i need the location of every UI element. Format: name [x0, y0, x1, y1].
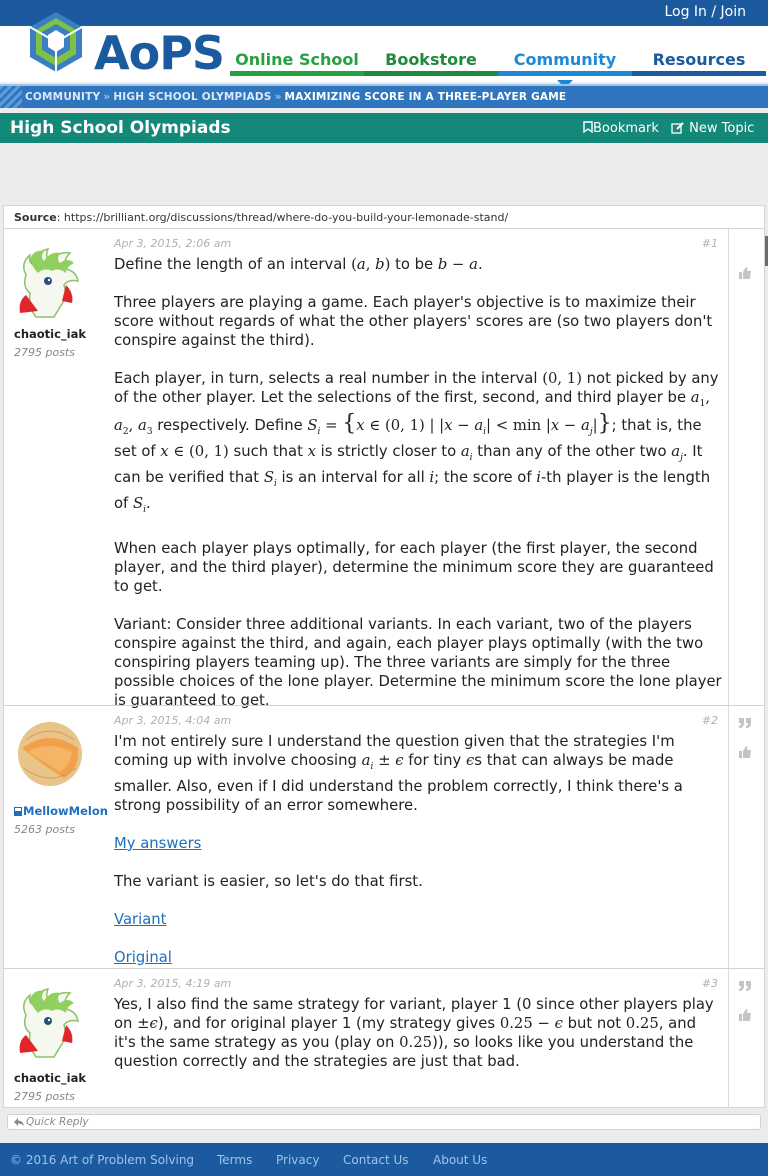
post-author[interactable]: MellowMelon — [14, 804, 108, 818]
tab-online-school[interactable]: Online School — [230, 48, 364, 76]
post-number[interactable]: #1 — [702, 237, 718, 250]
breadcrumb-stripes — [0, 86, 22, 108]
post-body: I'm not entirely sure I understand the q… — [114, 732, 722, 986]
footer-copyright: © 2016 Art of Problem Solving — [10, 1153, 195, 1167]
cantaloupe-avatar[interactable] — [14, 718, 86, 796]
hide-toggle-original[interactable]: Original — [114, 949, 172, 966]
post-3: chaotic_iak 2795 posts Apr 3, 2015, 4:19… — [4, 968, 764, 1108]
edit-icon — [671, 122, 684, 134]
post-count: 2795 posts — [14, 346, 75, 359]
aops-wordmark[interactable]: AoPS — [94, 26, 225, 80]
shaymin-avatar[interactable] — [14, 241, 86, 319]
thumbs-up-icon[interactable] — [738, 266, 752, 280]
breadcrumb-forum[interactable]: HIGH SCHOOL OLYMPIADS — [113, 91, 271, 103]
post-count: 2795 posts — [14, 1090, 75, 1103]
top-bar: Log In / Join — [0, 0, 768, 26]
reply-icon — [14, 1118, 24, 1126]
quick-reply-label[interactable]: Quick Reply — [26, 1116, 89, 1128]
tab-community[interactable]: Community — [498, 48, 632, 88]
breadcrumb-separator: » — [103, 91, 111, 103]
breadcrumb-community[interactable]: COMMUNITY — [25, 91, 100, 103]
tab-bookstore[interactable]: Bookstore — [364, 48, 498, 76]
footer-about[interactable]: About Us — [433, 1153, 487, 1167]
tab-resources[interactable]: Resources — [632, 48, 766, 76]
quick-reply-bar[interactable]: Quick Reply — [7, 1114, 761, 1130]
site-footer: © 2016 Art of Problem Solving Terms Priv… — [0, 1143, 768, 1176]
quote-icon[interactable] — [738, 716, 752, 730]
post-author[interactable]: chaotic_iak — [14, 1071, 86, 1085]
footer-terms[interactable]: Terms — [217, 1153, 252, 1167]
bookmark-button[interactable]: Bookmark — [583, 121, 659, 136]
post-body: Yes, I also find the same strategy for v… — [114, 996, 714, 1070]
footer-contact[interactable]: Contact Us — [343, 1153, 409, 1167]
post-count: 5263 posts — [14, 823, 75, 836]
post-date: Apr 3, 2015, 2:06 am — [114, 237, 232, 250]
forum-title-bar: High School Olympiads Bookmark New Topic — [0, 113, 768, 143]
post-1: chaotic_iak 2795 posts Apr 3, 2015, 2:06… — [4, 228, 764, 709]
thumbs-up-icon[interactable] — [738, 1008, 752, 1022]
thumbs-up-icon[interactable] — [738, 745, 752, 759]
post-actions-column — [728, 229, 764, 705]
breadcrumb: COMMUNITY» HIGH SCHOOL OLYMPIADS» MAXIMIZI… — [0, 84, 768, 108]
post-number[interactable]: #2 — [702, 714, 718, 727]
post-body: Define the length of an interval (a, b) … — [114, 256, 722, 709]
thread-source: Source: https://brilliant.org/discussion… — [14, 211, 509, 224]
footer-privacy[interactable]: Privacy — [276, 1153, 319, 1167]
site-header: AoPS Online School Bookstore Community R… — [0, 12, 768, 88]
new-topic-button[interactable]: New Topic — [671, 121, 754, 136]
post-2: MellowMelon 5263 posts Apr 3, 2015, 4:04… — [4, 705, 764, 968]
source-url[interactable]: https://brilliant.org/discussions/thread… — [64, 211, 508, 224]
post-number[interactable]: #3 — [702, 977, 718, 990]
bookmark-icon — [583, 121, 593, 134]
hide-toggle-variant[interactable]: Variant — [114, 911, 166, 928]
post-date: Apr 3, 2015, 4:19 am — [114, 977, 232, 990]
hide-toggle-my-answers[interactable]: My answers — [114, 835, 201, 852]
moderator-shield-icon — [14, 807, 22, 816]
forum-title[interactable]: High School Olympiads — [10, 118, 231, 138]
breadcrumb-topic: MAXIMIZING SCORE IN A THREE-PLAYER GAME — [284, 91, 567, 103]
post-author[interactable]: chaotic_iak — [14, 327, 86, 341]
ad-space — [0, 143, 768, 205]
login-join-link[interactable]: Log In / Join — [664, 4, 746, 20]
aops-logo[interactable] — [26, 10, 86, 82]
breadcrumb-separator: » — [274, 91, 282, 103]
post-text: The variant is easier, so let's do that … — [114, 872, 423, 890]
thread-panel: Source: https://brilliant.org/discussion… — [3, 205, 765, 1108]
shaymin-avatar[interactable] — [14, 981, 86, 1059]
post-date: Apr 3, 2015, 4:04 am — [114, 714, 232, 727]
quote-icon[interactable] — [738, 979, 752, 993]
